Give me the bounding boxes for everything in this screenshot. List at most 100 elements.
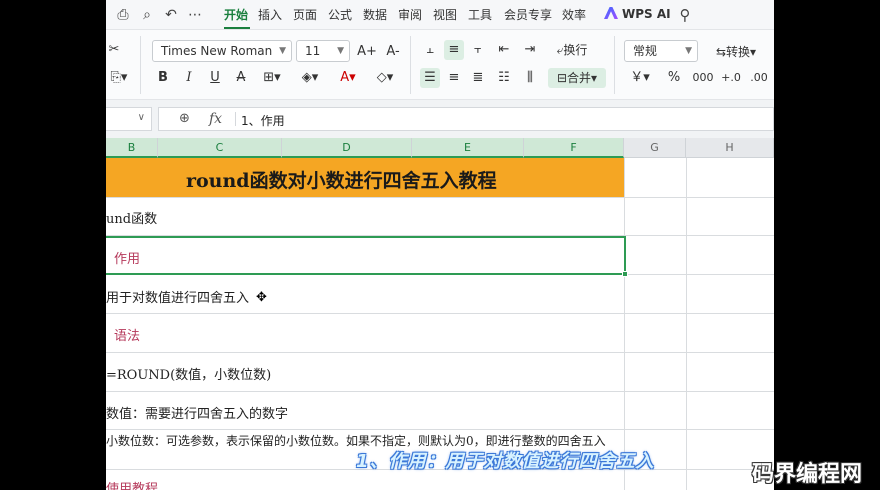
column-header-b[interactable]: B — [106, 138, 158, 158]
cut-icon[interactable]: ✂ — [106, 40, 122, 60]
formula-bar: ∨ ⊕ fx 1、作用 — [106, 100, 774, 138]
column-header-g[interactable]: G — [624, 138, 686, 158]
table-row[interactable]: und函数 — [106, 198, 774, 236]
undo-icon[interactable]: ↶ — [162, 6, 180, 24]
paste-format-icon[interactable]: ⎘▾ — [106, 68, 132, 88]
convert-label: 转换 — [726, 45, 751, 59]
convert-icon: ⇆ — [715, 45, 726, 59]
strikethrough-button[interactable]: A — [232, 68, 250, 88]
tab-tools[interactable]: 工具 — [468, 7, 492, 23]
grow-font-button[interactable]: A+ — [356, 42, 378, 62]
wps-ai-label: WPS AI — [622, 7, 671, 21]
indent-increase-icon[interactable]: ⇥ — [520, 40, 540, 60]
name-box[interactable]: ∨ — [106, 107, 152, 131]
chevron-down-icon: ▼ — [337, 46, 344, 56]
mouse-cursor-icon: ✥ — [256, 290, 267, 305]
formula-separator — [235, 112, 236, 126]
sheet-title: round函数对小数进行四舍五入教程 — [186, 170, 497, 192]
table-row[interactable]: 用于对数值进行四舍五入 — [106, 275, 774, 314]
fill-color-icon[interactable]: ◈▾ — [296, 68, 324, 88]
formula-input[interactable]: ⊕ fx 1、作用 — [158, 107, 774, 131]
convert-button[interactable]: ⇆转换▾ — [706, 42, 766, 62]
tab-review[interactable]: 审阅 — [398, 7, 422, 23]
tab-page[interactable]: 页面 — [293, 7, 317, 23]
chevron-down-icon: ▾ — [750, 45, 757, 59]
shrink-font-button[interactable]: A- — [382, 42, 404, 62]
wps-ai-button[interactable]: WPS AI — [604, 7, 671, 21]
table-row[interactable]: 语法 — [106, 314, 774, 353]
percent-button[interactable]: % — [664, 68, 684, 88]
ribbon-separator — [614, 36, 615, 94]
bold-button[interactable]: B — [154, 68, 172, 88]
formula-content: 1、作用 — [241, 114, 285, 128]
number-format-select[interactable]: 常规 ▼ — [624, 40, 698, 62]
font-size-select[interactable]: 11 ▼ — [296, 40, 350, 62]
tab-insert[interactable]: 插入 — [258, 7, 282, 23]
align-left-icon[interactable]: ☰ — [420, 68, 440, 88]
merge-cells-icon: ⊟ — [556, 71, 567, 85]
tab-formula[interactable]: 公式 — [328, 7, 352, 23]
align-center-icon[interactable]: ≡ — [444, 68, 464, 88]
cell-text: =ROUND(数值，小数位数) — [106, 368, 272, 383]
wps-ai-logo-icon — [604, 7, 618, 19]
align-right-icon[interactable]: ≣ — [468, 68, 488, 88]
table-row[interactable]: 数值：需要进行四舍五入的数字 — [106, 392, 774, 430]
chevron-down-icon: ▾ — [591, 71, 598, 85]
merge-cells-button[interactable]: ⊟合并▾ — [548, 68, 606, 88]
column-header-c[interactable]: C — [158, 138, 282, 158]
font-name-value: Times New Roman — [161, 44, 273, 58]
spreadsheet-window: ⎙ ⌕ ↶ ⋯ 开始 插入 页面 公式 数据 审阅 视图 工具 会员专享 效率 … — [106, 0, 774, 490]
more-icon[interactable]: ⋯ — [186, 6, 204, 24]
menu-bar: ⎙ ⌕ ↶ ⋯ 开始 插入 页面 公式 数据 审阅 视图 工具 会员专享 效率 … — [106, 0, 774, 30]
table-row[interactable]: 使用教程 — [106, 470, 774, 490]
tab-view[interactable]: 视图 — [433, 7, 457, 23]
table-row[interactable]: =ROUND(数值，小数位数) — [106, 353, 774, 392]
column-header-e[interactable]: E — [412, 138, 524, 158]
align-top-icon[interactable]: ⫠ — [420, 40, 440, 60]
cell-text: 用于对数值进行四舍五入 — [106, 291, 250, 306]
print-preview-icon[interactable]: ⌕ — [138, 6, 156, 24]
align-bottom-icon[interactable]: ⫟ — [468, 40, 488, 60]
chevron-down-icon: ▼ — [279, 46, 286, 56]
fill-handle[interactable] — [622, 271, 628, 277]
column-header-f[interactable]: F — [524, 138, 624, 158]
decrease-decimal-button[interactable]: .00 — [746, 68, 772, 88]
print-icon[interactable]: ⎙ — [114, 6, 132, 24]
font-size-value: 11 — [305, 44, 321, 58]
wrap-text-label: 换行 — [563, 43, 588, 57]
thousands-separator-button[interactable]: 000 — [690, 68, 716, 88]
currency-button[interactable]: ￥▾ — [626, 68, 654, 88]
cell-text: und函数 — [106, 212, 158, 227]
tab-data[interactable]: 数据 — [363, 7, 387, 23]
wrap-text-button[interactable]: ⤶换行 — [548, 40, 596, 60]
indent-decrease-icon[interactable]: ⇤ — [494, 40, 514, 60]
search-icon[interactable]: ⚲ — [676, 6, 694, 24]
underline-button[interactable]: U — [206, 68, 224, 88]
tab-home[interactable]: 开始 — [224, 7, 248, 23]
column-header-h[interactable]: H — [686, 138, 774, 158]
justify-icon[interactable]: ☷ — [494, 68, 514, 88]
active-tab-indicator — [224, 27, 250, 29]
title-cell[interactable]: round函数对小数进行四舍五入教程 — [106, 158, 624, 198]
chevron-down-icon: ∨ — [137, 112, 145, 123]
font-color-icon[interactable]: A▾ — [334, 68, 362, 88]
increase-decimal-button[interactable]: +.0 — [718, 68, 744, 88]
ribbon-separator — [410, 36, 411, 94]
function-icon[interactable]: fx — [209, 111, 222, 127]
borders-icon[interactable]: ⊞▾ — [258, 68, 286, 88]
chevron-down-icon: ▾ — [643, 70, 650, 85]
chevron-down-icon: ▼ — [685, 46, 692, 56]
italic-button[interactable]: I — [180, 68, 198, 88]
ribbon-toolbar: ✂ ⎘▾ Times New Roman ▼ 11 ▼ A+ A- B I U A … — [106, 30, 774, 100]
cell-text: 数值：需要进行四舍五入的数字 — [106, 407, 289, 422]
number-format-value: 常规 — [633, 44, 658, 58]
font-name-select[interactable]: Times New Roman ▼ — [152, 40, 292, 62]
video-subtitle: 1、作用：用于对数值进行四舍五入 — [356, 451, 655, 472]
distributed-icon[interactable]: ⫼ — [520, 68, 540, 88]
tab-efficiency[interactable]: 效率 — [562, 7, 586, 23]
align-middle-icon[interactable]: ≡ — [444, 40, 464, 60]
clear-format-icon[interactable]: ◇▾ — [370, 68, 400, 88]
tab-membership[interactable]: 会员专享 — [504, 7, 552, 23]
zoom-formula-icon[interactable]: ⊕ — [179, 111, 190, 126]
column-header-d[interactable]: D — [282, 138, 412, 158]
